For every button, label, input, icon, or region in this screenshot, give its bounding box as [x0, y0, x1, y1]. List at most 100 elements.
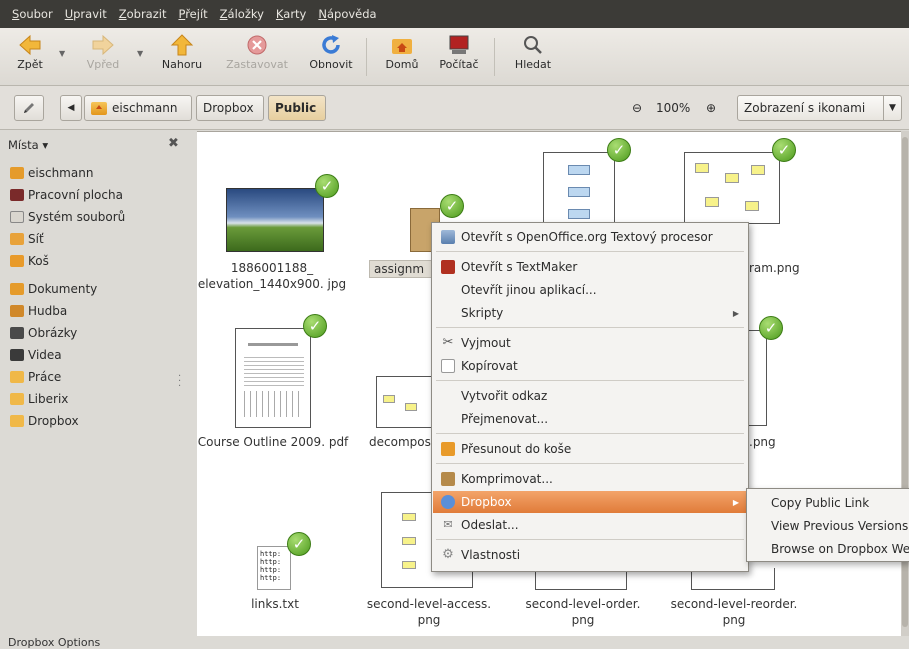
home-folder-icon	[10, 167, 24, 179]
arrow-left-icon	[19, 34, 41, 56]
edit-location-button[interactable]	[14, 95, 44, 121]
path-crumb-public[interactable]: Public	[268, 95, 326, 121]
documents-folder-icon	[10, 283, 24, 295]
sync-check-icon: ✓	[315, 174, 339, 198]
file-label[interactable]: second-level-access. png	[359, 596, 499, 628]
menu-open-with-other[interactable]: Otevřít jinou aplikací...	[433, 279, 747, 301]
dropbox-submenu: Copy Public Link View Previous Versions …	[746, 488, 909, 562]
file-thumbnail-pdf[interactable]	[235, 328, 311, 428]
sidebar-item-videos[interactable]: Videa	[10, 345, 62, 365]
menu-bookmarks[interactable]: Záložky	[214, 0, 270, 28]
reload-button[interactable]: Obnovit	[304, 32, 358, 82]
menu-tabs[interactable]: Karty	[270, 0, 312, 28]
sidebar-resize-grip[interactable]: · · ·	[178, 372, 181, 392]
sync-check-icon: ✓	[759, 316, 783, 340]
music-folder-icon	[10, 305, 24, 317]
file-label[interactable]: Course Outline 2009. pdf	[197, 434, 349, 450]
sidebar-item-liberix[interactable]: Liberix	[10, 389, 68, 409]
sidebar-item-prace[interactable]: Práce	[10, 367, 61, 387]
menu-make-link[interactable]: Vytvořit odkaz	[433, 385, 747, 407]
file-label[interactable]: links.txt	[227, 596, 323, 612]
menu-send[interactable]: ✉ Odeslat...	[433, 514, 747, 536]
sidebar-item-dropbox[interactable]: Dropbox	[10, 411, 79, 431]
up-button[interactable]: Nahoru	[156, 32, 208, 82]
file-thumbnail-landscape[interactable]	[226, 188, 324, 252]
toolbar: Zpět ▼ Vpřed ▼ Nahoru Zastavovat Obnovit…	[0, 28, 909, 86]
sidebar-item-pictures[interactable]: Obrázky	[10, 323, 77, 343]
menu-dropbox[interactable]: Dropbox ▶	[433, 491, 747, 513]
menu-scripts[interactable]: Skripty ▶	[433, 302, 747, 324]
scissors-icon: ✂	[442, 335, 454, 350]
menu-compress[interactable]: Komprimovat...	[433, 468, 747, 490]
menu-copy[interactable]: Kopírovat	[433, 355, 747, 377]
menu-help[interactable]: Nápověda	[312, 0, 382, 28]
sync-check-icon: ✓	[772, 138, 796, 162]
desktop-icon	[10, 189, 24, 201]
sidebar-header[interactable]: Místa ▾	[8, 138, 48, 152]
openoffice-writer-icon	[441, 230, 455, 244]
file-label[interactable]: decompos	[369, 434, 439, 450]
file-label[interactable]: .png	[749, 434, 809, 450]
menu-file[interactable]: Soubor	[6, 0, 59, 28]
path-scroll-left-button[interactable]: ◀	[60, 95, 82, 121]
arrow-up-icon	[170, 34, 194, 56]
arrow-right-icon	[92, 34, 114, 56]
forward-button[interactable]: Vpřed	[78, 32, 128, 82]
file-label[interactable]: ram.png	[749, 260, 819, 276]
close-sidebar-icon[interactable]: ✖	[168, 136, 179, 151]
folder-icon	[10, 371, 24, 383]
menu-separator	[436, 327, 744, 328]
forward-history-dropdown[interactable]: ▼	[137, 49, 143, 58]
menu-copy-public-link[interactable]: Copy Public Link	[771, 492, 869, 514]
menu-view[interactable]: Zobrazit	[113, 0, 173, 28]
menu-browse-on-dropbox-website[interactable]: Browse on Dropbox Website	[771, 538, 909, 560]
sidebar: Místa ▾ ✖ eischmann Pracovní plocha Syst…	[0, 131, 196, 636]
sidebar-item-desktop[interactable]: Pracovní plocha	[10, 185, 123, 205]
menu-open-with-textmaker[interactable]: Otevřít s TextMaker	[433, 256, 747, 278]
back-history-dropdown[interactable]: ▼	[59, 49, 65, 58]
zoom-out-icon[interactable]: ⊖	[632, 101, 642, 115]
sidebar-item-eischmann[interactable]: eischmann	[10, 163, 93, 183]
menu-view-previous-versions[interactable]: View Previous Versions	[771, 515, 908, 537]
sync-check-icon: ✓	[287, 532, 311, 556]
back-button[interactable]: Zpět	[10, 32, 50, 82]
menu-edit[interactable]: Upravit	[59, 0, 113, 28]
menu-cut[interactable]: ✂ Vyjmout	[433, 332, 747, 354]
menu-go[interactable]: Přejít	[172, 0, 213, 28]
menu-move-to-trash[interactable]: Přesunout do koše	[433, 438, 747, 460]
home-folder-icon	[392, 39, 412, 54]
zoom-in-icon[interactable]: ⊕	[706, 101, 716, 115]
file-thumbnail-text[interactable]: http: http: http: http:	[257, 546, 291, 590]
path-crumb-dropbox[interactable]: Dropbox	[196, 95, 264, 121]
file-label[interactable]: second-level-order. png	[513, 596, 653, 628]
file-label[interactable]: second-level-reorder. png	[659, 596, 809, 628]
menu-properties[interactable]: ⚙ Vlastnosti	[433, 544, 747, 566]
file-label-selected[interactable]: assignm	[369, 260, 439, 278]
file-label[interactable]: 1886001188_ elevation_1440x900. jpg	[197, 260, 347, 292]
search-button[interactable]: Hledat	[508, 32, 558, 82]
sidebar-item-filesystem[interactable]: Systém souborů	[10, 207, 125, 227]
videos-folder-icon	[10, 349, 24, 361]
caret-left-icon: ◀	[67, 103, 75, 113]
toolbar-separator	[366, 38, 367, 76]
gear-icon: ⚙	[442, 547, 454, 562]
file-thumbnail-diagram[interactable]	[376, 376, 438, 428]
reload-icon	[322, 35, 340, 54]
home-button[interactable]: Domů	[380, 32, 424, 82]
menu-open-with-openoffice[interactable]: Otevřít s OpenOffice.org Textový proceso…	[433, 226, 747, 248]
sidebar-item-trash[interactable]: Koš	[10, 251, 49, 271]
sidebar-item-documents[interactable]: Dokumenty	[10, 279, 97, 299]
zoom-level[interactable]: 100%	[656, 101, 690, 115]
dropbox-icon	[441, 495, 455, 509]
stop-button[interactable]: Zastavovat	[218, 32, 296, 82]
path-crumb-eischmann[interactable]: eischmann	[84, 95, 192, 121]
file-thumbnail-diagram[interactable]	[684, 152, 780, 224]
archive-icon	[441, 472, 455, 486]
sidebar-item-network[interactable]: Síť	[10, 229, 44, 249]
sidebar-item-music[interactable]: Hudba	[10, 301, 67, 321]
computer-button[interactable]: Počítač	[434, 32, 484, 82]
status-bar: Dropbox Options	[0, 636, 909, 649]
menu-rename[interactable]: Přejmenovat...	[433, 408, 747, 430]
network-icon	[10, 233, 24, 245]
view-mode-select[interactable]: Zobrazení s ikonami ▼	[737, 95, 902, 121]
